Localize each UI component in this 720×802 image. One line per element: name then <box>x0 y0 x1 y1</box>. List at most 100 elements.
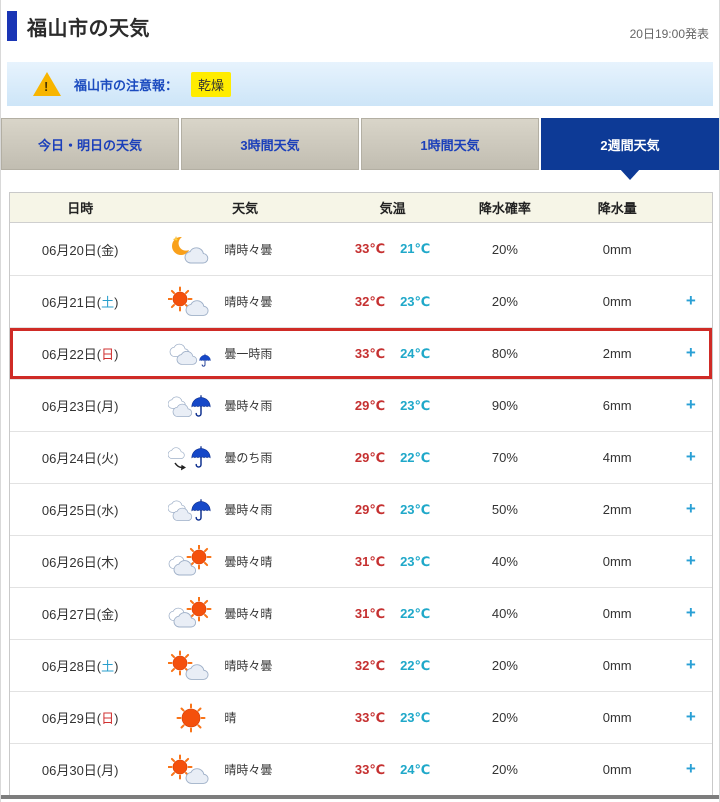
weather-label: 晴時々曇 <box>224 293 272 310</box>
high-temp: 29℃ <box>355 398 385 414</box>
day-of-week: 月 <box>101 763 114 778</box>
precip-amount-cell: 0mm <box>565 554 670 569</box>
precip-probability-cell: 70% <box>445 450 564 465</box>
low-temp: 23℃ <box>400 398 430 414</box>
low-temp: 22℃ <box>400 606 430 622</box>
precip-probability-cell: 20% <box>445 294 564 309</box>
column-header: 天気 <box>150 198 340 217</box>
high-temp: 33℃ <box>355 710 385 726</box>
low-temp: 21℃ <box>400 241 430 257</box>
tab-label: 2週間天気 <box>600 135 659 154</box>
weather-cell: 晴時々曇 <box>150 232 340 266</box>
weather-label: 晴時々曇 <box>224 657 272 674</box>
table-row: 06月20日(金) 晴時々曇 33℃ 21℃ 20% 0mm + <box>10 223 712 275</box>
expand-row-button[interactable]: + <box>686 656 696 673</box>
day-of-week: 日 <box>101 711 114 726</box>
table-row: 06月24日(火) 曇のち雨 29℃ 22℃ 70% 4mm + <box>10 431 712 483</box>
expand-cell: + <box>670 500 712 519</box>
weather-cell: 曇時々晴 <box>150 597 340 631</box>
low-temp: 22℃ <box>400 658 430 674</box>
weather-label: 晴 <box>224 709 236 726</box>
high-temp: 32℃ <box>355 658 385 674</box>
expand-cell: + <box>670 552 712 571</box>
expand-cell: + <box>670 604 712 623</box>
expand-row-button[interactable]: + <box>686 396 696 413</box>
expand-row-button[interactable]: + <box>686 708 696 725</box>
high-temp: 31℃ <box>355 606 385 622</box>
low-temp: 24℃ <box>400 346 430 362</box>
precip-probability-cell: 90% <box>445 398 564 413</box>
temperature-cell: 33℃ 21℃ <box>340 241 445 257</box>
expand-row-button[interactable]: + <box>686 344 696 361</box>
advisory-banner: ! 福山市の注意報： 乾燥 <box>7 62 713 106</box>
precip-amount-cell: 2mm <box>565 346 670 361</box>
tab-today-tomorrow[interactable]: 今日・明日の天気 <box>1 118 179 170</box>
weather-cell: 晴時々曇 <box>150 753 340 787</box>
expand-cell: + <box>670 656 712 675</box>
precip-probability-cell: 20% <box>445 762 564 777</box>
weather-cell: 曇時々雨 <box>150 493 340 527</box>
forecast-table-body: 06月20日(金) 晴時々曇 33℃ 21℃ 20% 0mm + 06月21日(… <box>10 223 712 795</box>
weather-label: 曇時々晴 <box>224 605 272 622</box>
high-temp: 33℃ <box>355 346 385 362</box>
weather-label: 晴時々曇 <box>224 761 272 778</box>
cloud-rain-small-icon <box>168 337 214 371</box>
expand-row-button[interactable]: + <box>686 500 696 517</box>
expand-row-button[interactable]: + <box>686 760 696 777</box>
page-title: 福山市の天気 <box>27 12 150 41</box>
weather-cell: 曇のち雨 <box>150 441 340 475</box>
temperature-cell: 29℃ 22℃ <box>340 450 445 466</box>
tab-label: 3時間天気 <box>240 135 299 154</box>
low-temp: 23℃ <box>400 294 430 310</box>
day-of-week: 金 <box>101 607 114 622</box>
date-cell: 06月26日(木) <box>10 552 150 571</box>
forecast-table-header: 日時天気気温降水確率降水量 <box>10 193 712 223</box>
weather-label: 晴時々曇 <box>224 241 272 258</box>
temperature-cell: 31℃ 22℃ <box>340 606 445 622</box>
advisory-value-badge[interactable]: 乾燥 <box>191 72 231 97</box>
date-cell: 06月27日(金) <box>10 604 150 623</box>
expand-cell: + <box>670 396 712 415</box>
precip-amount-cell: 4mm <box>565 450 670 465</box>
weather-label: 曇時々晴 <box>224 553 272 570</box>
cloud-sun-icon <box>168 597 214 631</box>
expand-row-button[interactable]: + <box>686 448 696 465</box>
table-row: 06月22日(日) 曇一時雨 33℃ 24℃ 80% 2mm + <box>10 327 712 379</box>
precip-amount-cell: 0mm <box>565 294 670 309</box>
tab-2week[interactable]: 2週間天気 <box>541 118 719 170</box>
table-row: 06月23日(月) 曇時々雨 29℃ 23℃ 90% 6mm + <box>10 379 712 431</box>
expand-cell: + <box>670 240 712 259</box>
day-of-week: 火 <box>101 451 114 466</box>
expand-cell: + <box>670 344 712 363</box>
temperature-cell: 33℃ 24℃ <box>340 346 445 362</box>
temperature-cell: 32℃ 22℃ <box>340 658 445 674</box>
expand-row-button[interactable]: + <box>686 552 696 569</box>
table-row: 06月27日(金) 曇時々晴 31℃ 22℃ 40% 0mm + <box>10 587 712 639</box>
low-temp: 23℃ <box>400 502 430 518</box>
table-row: 06月28日(土) 晴時々曇 32℃ 22℃ 20% 0mm + <box>10 639 712 691</box>
day-of-week: 水 <box>101 503 114 518</box>
forecast-table: 日時天気気温降水確率降水量 06月20日(金) 晴時々曇 33℃ 21℃ 20%… <box>9 192 713 796</box>
precip-probability-cell: 20% <box>445 242 564 257</box>
expand-cell: + <box>670 448 712 467</box>
high-temp: 29℃ <box>355 450 385 466</box>
date-cell: 06月22日(日) <box>10 344 150 363</box>
date-cell: 06月24日(火) <box>10 448 150 467</box>
temperature-cell: 29℃ 23℃ <box>340 398 445 414</box>
tab-1hour[interactable]: 1時間天気 <box>361 118 539 170</box>
tab-3hour[interactable]: 3時間天気 <box>181 118 359 170</box>
precip-amount-cell: 0mm <box>565 242 670 257</box>
temperature-cell: 29℃ 23℃ <box>340 502 445 518</box>
table-row: 06月29日(日) 晴 33℃ 23℃ 20% 0mm + <box>10 691 712 743</box>
cloud-sun-icon <box>168 545 214 579</box>
column-header: 日時 <box>10 198 150 217</box>
table-row: 06月30日(月) 晴時々曇 33℃ 24℃ 20% 0mm + <box>10 743 712 795</box>
date-cell: 06月23日(月) <box>10 396 150 415</box>
date-cell: 06月28日(土) <box>10 656 150 675</box>
temperature-cell: 32℃ 23℃ <box>340 294 445 310</box>
expand-row-button[interactable]: + <box>686 292 696 309</box>
moon-cloud-icon <box>168 232 214 266</box>
sun-cloud-icon <box>168 753 214 787</box>
accent-bar <box>7 11 17 41</box>
expand-row-button[interactable]: + <box>686 604 696 621</box>
